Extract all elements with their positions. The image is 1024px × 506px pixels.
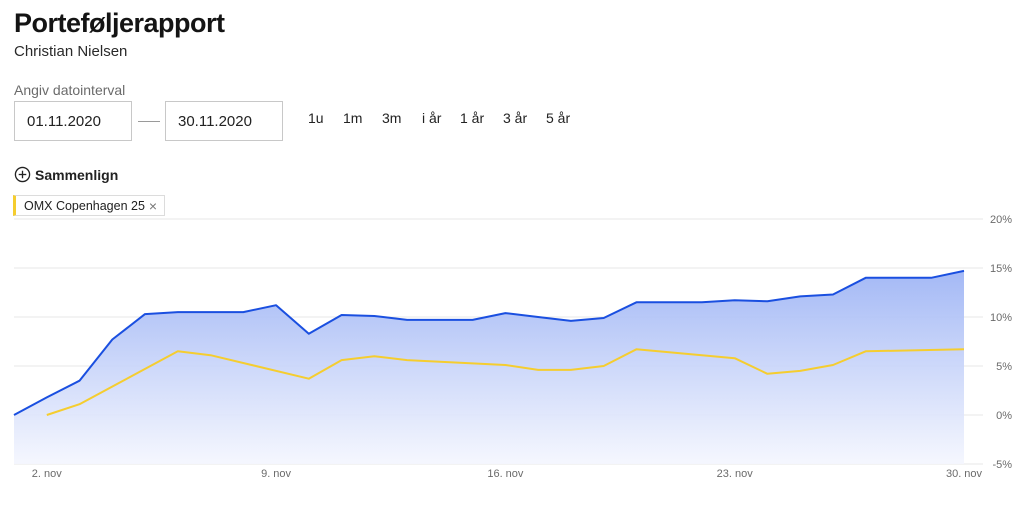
- period-ytd-button[interactable]: i år: [422, 110, 441, 126]
- date-to-input[interactable]: [165, 101, 283, 141]
- y-tick-label: 10%: [990, 312, 1012, 324]
- period-1y-button[interactable]: 1 år: [460, 110, 484, 126]
- x-tick-label: 30. nov: [946, 468, 983, 480]
- plus-circle-icon: [14, 166, 31, 183]
- page-title: Porteføljerapport: [14, 8, 225, 38]
- compare-button[interactable]: Sammenlign: [14, 166, 118, 183]
- chart-svg: 20% 15% 10% 5% 0% -5% 2. nov 9. nov 16. nov 23. n…: [13, 214, 1012, 480]
- x-tick-label: 23. nov: [717, 468, 754, 480]
- y-tick-label: 15%: [990, 263, 1012, 275]
- compare-label: Sammenlign: [35, 166, 119, 183]
- period-3y-button[interactable]: 3 år: [503, 110, 527, 126]
- x-tick-label: 16. nov: [487, 468, 524, 480]
- period-1w-button[interactable]: 1u: [308, 110, 324, 126]
- x-tick-label: 2. nov: [32, 468, 62, 480]
- y-tick-label: 5%: [996, 361, 1012, 373]
- y-tick-label: 20%: [990, 214, 1012, 226]
- x-tick-label: 9. nov: [261, 468, 291, 480]
- y-tick-label: -5%: [992, 459, 1012, 471]
- performance-chart: 20% 15% 10% 5% 0% -5% 2. nov 9. nov 16. nov 23. n…: [0, 210, 1024, 500]
- date-range-separator: [138, 121, 160, 122]
- period-3m-button[interactable]: 3m: [382, 110, 401, 126]
- y-tick-label: 0%: [996, 410, 1012, 422]
- period-1m-button[interactable]: 1m: [343, 110, 362, 126]
- user-name: Christian Nielsen: [14, 43, 128, 60]
- date-from-input[interactable]: [14, 101, 132, 141]
- period-5y-button[interactable]: 5 år: [546, 110, 570, 126]
- date-range-label: Angiv datointerval: [14, 82, 126, 98]
